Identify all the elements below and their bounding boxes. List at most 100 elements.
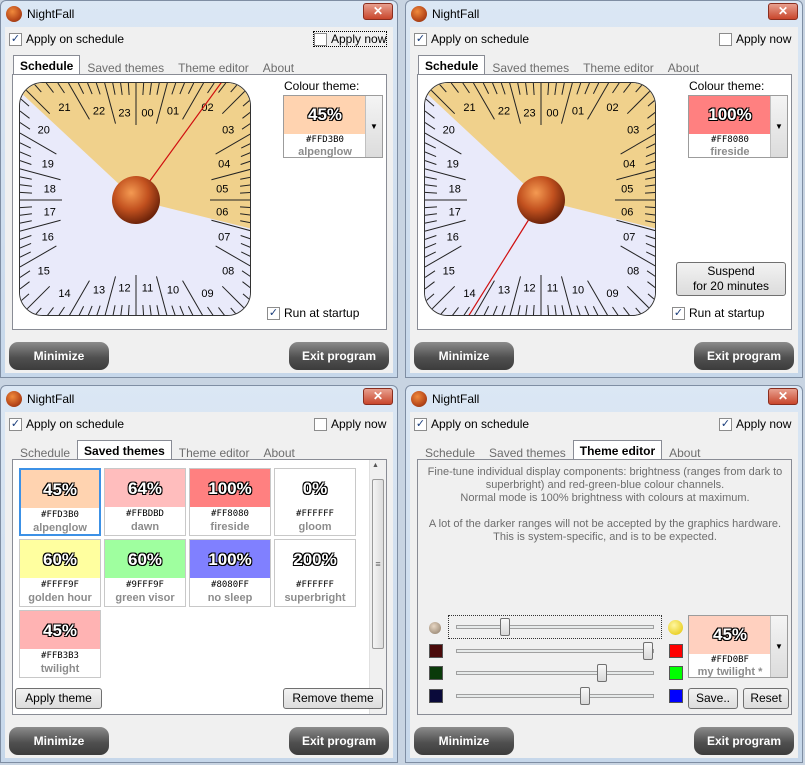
check-icon: ✓ xyxy=(672,306,685,320)
editor-theme-dropdown[interactable]: 45% #FFD0BF my twilight * ▼ xyxy=(688,615,788,678)
slider-thumb[interactable] xyxy=(579,687,590,705)
close-button[interactable]: ✕ xyxy=(768,388,798,405)
hour-label: 12 xyxy=(118,282,130,294)
green-slider[interactable] xyxy=(456,664,654,682)
close-button[interactable]: ✕ xyxy=(363,3,393,20)
hour-label: 16 xyxy=(447,232,459,244)
schedule-dial[interactable]: 00 01 02 03 04 05 06 07 08 09 10 11 12 13 14 15 16 17 18 19… xyxy=(424,82,656,316)
hour-label: 09 xyxy=(201,288,213,300)
exit-program-button[interactable]: Exit program xyxy=(694,727,794,755)
blue-swatch xyxy=(669,689,683,703)
hour-label: 17 xyxy=(449,206,461,218)
hour-label: 06 xyxy=(621,206,633,218)
suspend-button[interactable]: Suspend for 20 minutes xyxy=(676,262,786,296)
apply-schedule-checkbox[interactable]: ✓ Apply on schedule xyxy=(9,417,124,431)
hour-label: 20 xyxy=(38,124,50,136)
reset-button[interactable]: Reset xyxy=(743,688,789,709)
apply-now-checkbox[interactable]: ✓ Apply now xyxy=(719,417,791,431)
bright-sun-icon xyxy=(668,620,683,635)
theme-tile[interactable]: 200% #FFFFFF superbright xyxy=(274,539,356,607)
apply-now-checkbox[interactable]: Apply now xyxy=(314,417,386,431)
title-bar[interactable]: NightFall ✕ xyxy=(406,1,802,27)
check-icon: ✓ xyxy=(719,417,732,431)
colour-theme-dropdown[interactable]: 45% #FFD3B0 alpenglow ▼ xyxy=(283,95,383,158)
hour-label: 19 xyxy=(42,158,54,170)
hour-label: 13 xyxy=(93,284,105,296)
chevron-down-icon[interactable]: ▼ xyxy=(770,616,787,677)
chevron-down-icon[interactable]: ▼ xyxy=(770,96,787,157)
dark-red-swatch xyxy=(429,644,443,658)
theme-tile[interactable]: 100% #FF8080 fireside xyxy=(189,468,271,536)
run-at-startup-checkbox[interactable]: ✓ Run at startup xyxy=(267,306,359,320)
minimize-button[interactable]: Minimize xyxy=(414,342,514,370)
hour-label: 17 xyxy=(44,206,56,218)
check-icon: ✓ xyxy=(414,32,427,46)
tab-theme-editor[interactable]: Theme editor xyxy=(572,440,663,461)
window-schedule: NightFall ✕ ✓ Apply on schedule Apply now… xyxy=(0,0,398,378)
check-icon: ✓ xyxy=(9,32,22,46)
hour-label: 02 xyxy=(606,102,618,114)
chevron-down-icon[interactable]: ▼ xyxy=(365,96,382,157)
dark-blue-swatch xyxy=(429,689,443,703)
exit-program-button[interactable]: Exit program xyxy=(289,342,389,370)
title-bar[interactable]: NightFall ✕ xyxy=(406,386,802,412)
editor-description: Fine-tune individual display components:… xyxy=(427,466,783,543)
minimize-button[interactable]: Minimize xyxy=(9,727,109,755)
hour-label: 00 xyxy=(141,108,153,120)
theme-tile[interactable]: 0% #FFFFFF gloom xyxy=(274,468,356,536)
hour-label: 01 xyxy=(167,106,179,118)
scroll-up-icon[interactable]: ▲ xyxy=(372,462,379,469)
blue-slider[interactable] xyxy=(456,687,654,705)
dial-svg[interactable]: 00 01 020304050607080910111213141516171819… xyxy=(20,83,251,316)
hour-label: 03 xyxy=(222,124,234,136)
window-title: NightFall xyxy=(27,7,75,21)
close-button[interactable]: ✕ xyxy=(768,3,798,20)
dark-green-swatch xyxy=(429,666,443,680)
slider-thumb[interactable] xyxy=(643,642,653,660)
hour-label: 23 xyxy=(118,108,130,120)
apply-schedule-checkbox[interactable]: ✓ Apply on schedule xyxy=(414,32,529,46)
theme-tile[interactable]: 60% #9FFF9F green visor xyxy=(104,539,186,607)
dial-svg[interactable]: 00 01 020304050607080910111213141516171819… xyxy=(425,83,656,316)
run-at-startup-checkbox[interactable]: ✓ Run at startup xyxy=(672,306,764,320)
apply-schedule-checkbox[interactable]: ✓ Apply on schedule xyxy=(9,32,124,46)
tab-schedule[interactable]: Schedule xyxy=(13,55,81,76)
theme-tile[interactable]: 45% #FFB3B3 twilight xyxy=(19,610,101,678)
window-title: NightFall xyxy=(432,392,480,406)
scroll-thumb[interactable]: ≡ xyxy=(372,479,384,649)
apply-schedule-checkbox[interactable]: ✓ Apply on schedule xyxy=(414,417,529,431)
theme-tile[interactable]: 64% #FFBDBD dawn xyxy=(104,468,186,536)
hour-label: 11 xyxy=(142,282,153,294)
remove-theme-button[interactable]: Remove theme xyxy=(283,688,383,709)
apply-theme-button[interactable]: Apply theme xyxy=(15,688,102,709)
saved-themes-list: 45% #FFD3B0 alpenglow 64% #FFBDBD dawn 100% #FF… xyxy=(12,459,387,715)
exit-program-button[interactable]: Exit program xyxy=(289,727,389,755)
theme-tile[interactable]: 45% #FFD3B0 alpenglow xyxy=(19,468,101,536)
colour-theme-dropdown[interactable]: 100% #FF8080 fireside ▼ xyxy=(688,95,788,158)
hour-label: 10 xyxy=(572,284,584,296)
minimize-button[interactable]: Minimize xyxy=(414,727,514,755)
save-button[interactable]: Save.. xyxy=(688,688,738,709)
brightness-slider[interactable] xyxy=(456,618,654,636)
apply-now-checkbox[interactable]: Apply now xyxy=(719,32,791,46)
theme-tile[interactable]: 60% #FFFF9F golden hour xyxy=(19,539,101,607)
slider-thumb[interactable] xyxy=(499,618,510,636)
hour-label: 04 xyxy=(623,158,635,170)
tab-saved-themes[interactable]: Saved themes xyxy=(77,440,172,461)
close-button[interactable]: ✕ xyxy=(363,388,393,405)
theme-tile[interactable]: 100% #8080FF no sleep xyxy=(189,539,271,607)
minimize-button[interactable]: Minimize xyxy=(9,342,109,370)
planet-icon xyxy=(112,176,160,224)
schedule-dial[interactable]: 00 01 02 03 04 05 06 07 08 09 10 11 12 13 14 15 16 17 18 19… xyxy=(19,82,251,316)
title-bar[interactable]: NightFall ✕ xyxy=(1,1,397,27)
slider-thumb[interactable] xyxy=(596,664,607,682)
hour-label: 22 xyxy=(93,106,105,118)
scrollbar[interactable]: ▲ ≡ ▼ xyxy=(369,460,386,714)
exit-program-button[interactable]: Exit program xyxy=(694,342,794,370)
tab-schedule[interactable]: Schedule xyxy=(418,55,486,76)
title-bar[interactable]: NightFall ✕ xyxy=(1,386,397,412)
apply-now-checkbox[interactable]: Apply now xyxy=(312,31,388,47)
red-slider[interactable] xyxy=(456,642,654,660)
hour-label: 15 xyxy=(38,266,50,278)
green-swatch xyxy=(669,666,683,680)
